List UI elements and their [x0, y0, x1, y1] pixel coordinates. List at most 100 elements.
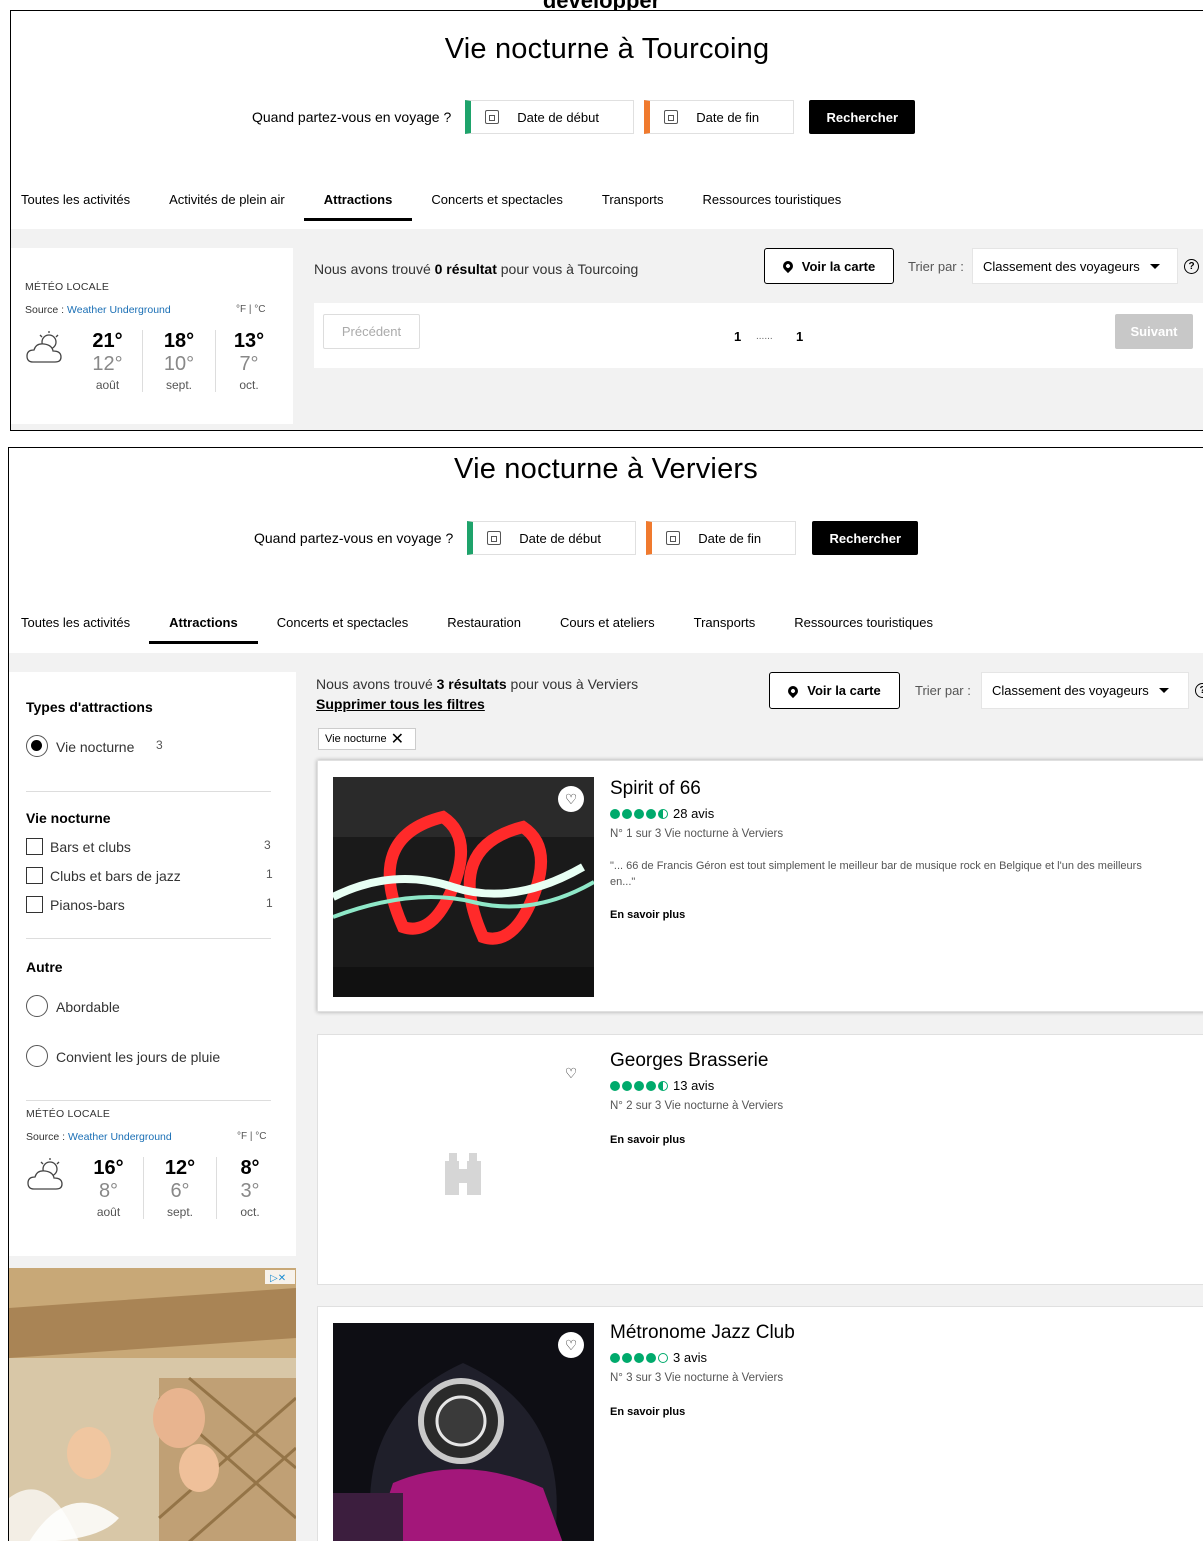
end-date-field[interactable]: Date de fin: [644, 100, 795, 134]
rainy-day-label[interactable]: Convient les jours de pluie: [56, 1049, 220, 1065]
result-photo[interactable]: [333, 1323, 594, 1541]
rating-bubble: [658, 1352, 668, 1363]
binoculars-icon: [333, 1051, 594, 1271]
results-summary-suffix: pour vous à Verviers: [506, 676, 639, 692]
tourcoing-panel: Vie nocturne à Tourcoing Quand partez-vo…: [10, 10, 1203, 431]
page-last[interactable]: 1: [796, 329, 803, 344]
start-date-field[interactable]: Date de début: [465, 100, 635, 134]
advertisement[interactable]: ▷✕: [9, 1268, 296, 1541]
tab-all-activities[interactable]: Toutes les activités: [21, 615, 130, 644]
result-card[interactable]: ♡ Spirit of 66 28 avis N° 1 sur 3 Vie no…: [317, 760, 1203, 1012]
review-count[interactable]: 28 avis: [673, 806, 714, 821]
result-title[interactable]: Spirit of 66: [610, 778, 701, 800]
rating-bubble: [646, 1352, 656, 1363]
sort-label: Trier par :: [908, 259, 964, 274]
jazz-clubs-checkbox[interactable]: [26, 867, 43, 884]
previous-button[interactable]: Précédent: [323, 314, 420, 349]
heart-icon[interactable]: ♡: [558, 1060, 584, 1086]
forecast-month: 21° 12° août: [73, 330, 143, 392]
heart-icon[interactable]: ♡: [558, 1332, 584, 1358]
weather-source-prefix: Source :: [25, 304, 68, 316]
clear-filters-link[interactable]: Supprimer tous les filtres: [316, 696, 485, 712]
weather-source-link[interactable]: Weather Underground: [67, 304, 171, 316]
review-count[interactable]: 13 avis: [673, 1078, 714, 1093]
tab-attractions[interactable]: Attractions: [303, 192, 412, 221]
next-button[interactable]: Suivant: [1115, 314, 1193, 349]
tab-all-activities[interactable]: Toutes les activités: [21, 192, 130, 221]
page-first[interactable]: 1: [734, 329, 741, 344]
unit-toggle[interactable]: °F | °C: [236, 304, 265, 315]
rating-bubbles: 3 avis: [610, 1350, 707, 1365]
end-date-label: Date de fin: [696, 109, 760, 125]
result-card[interactable]: ♡ Georges Brasserie 13 avis N° 2 sur 3 V…: [317, 1034, 1203, 1285]
start-date-field[interactable]: Date de début: [467, 521, 637, 555]
view-map-button[interactable]: Voir la carte: [764, 248, 894, 284]
result-title[interactable]: Georges Brasserie: [610, 1050, 768, 1072]
result-title[interactable]: Métronome Jazz Club: [610, 1322, 795, 1344]
low-temp: 12°: [92, 353, 123, 375]
tab-tourist-resources[interactable]: Ressources touristiques: [794, 615, 933, 644]
nightlife-radio[interactable]: [26, 735, 48, 757]
review-count[interactable]: 3 avis: [673, 1350, 707, 1365]
bars-clubs-label[interactable]: Bars et clubs: [50, 839, 131, 855]
result-rank: N° 2 sur 3 Vie nocturne à Verviers: [610, 1100, 784, 1112]
search-button[interactable]: Rechercher: [809, 100, 916, 134]
learn-more-link[interactable]: En savoir plus: [610, 1134, 685, 1146]
tab-tourist-resources[interactable]: Ressources touristiques: [703, 192, 842, 221]
learn-more-link[interactable]: En savoir plus: [610, 909, 685, 921]
rating-bubble: [622, 808, 632, 819]
weather-source-link[interactable]: Weather Underground: [68, 1131, 172, 1143]
rating-bubble: [610, 1080, 620, 1091]
view-map-label: Voir la carte: [801, 258, 876, 274]
heart-icon[interactable]: ♡: [558, 786, 584, 812]
piano-bars-label[interactable]: Pianos-bars: [50, 897, 125, 913]
view-map-button[interactable]: Voir la carte: [769, 672, 900, 709]
unit-toggle[interactable]: °F | °C: [237, 1131, 266, 1142]
divider: [26, 938, 271, 939]
result-rank: N° 3 sur 3 Vie nocturne à Verviers: [610, 1372, 784, 1384]
end-date-field[interactable]: Date de fin: [646, 521, 797, 555]
tab-attractions[interactable]: Attractions: [149, 615, 258, 644]
affordable-label[interactable]: Abordable: [56, 999, 120, 1015]
tab-restauration[interactable]: Restauration: [447, 615, 521, 644]
high-temp: 16°: [93, 1157, 124, 1179]
category-tabs: Toutes les activités Activités de plein …: [21, 192, 880, 221]
piano-bars-checkbox[interactable]: [26, 896, 43, 913]
close-icon[interactable]: ✕: [391, 729, 404, 749]
rating-bubble: [658, 808, 668, 819]
end-date-label: Date de fin: [698, 530, 762, 546]
learn-more-link[interactable]: En savoir plus: [610, 1406, 685, 1418]
rating-bubble: [634, 1352, 644, 1363]
page-title: Vie nocturne à Verviers: [454, 453, 758, 485]
high-temp: 12°: [164, 1157, 196, 1179]
result-photo[interactable]: [333, 777, 594, 997]
tab-concerts[interactable]: Concerts et spectacles: [277, 615, 409, 644]
category-tabs: Toutes les activités Attractions Concert…: [21, 615, 972, 644]
divider: [26, 1100, 271, 1101]
help-icon[interactable]: ?: [1184, 259, 1199, 274]
nightlife-option-label[interactable]: Vie nocturne: [56, 739, 134, 755]
affordable-radio[interactable]: [26, 995, 48, 1017]
jazz-club-image: [333, 1323, 594, 1541]
tab-transports[interactable]: Transports: [602, 192, 664, 221]
forecast-month: 8° 3° oct.: [217, 1157, 283, 1219]
rating-bubble: [658, 1080, 668, 1091]
sort-dropdown[interactable]: Classement des voyageurs: [981, 672, 1189, 709]
search-button[interactable]: Rechercher: [812, 521, 919, 555]
trip-question: Quand partez-vous en voyage ?: [254, 530, 454, 546]
result-card[interactable]: ♡ Métronome Jazz Club 3 avis N° 3 sur 3 …: [317, 1306, 1203, 1541]
month-name: août: [95, 378, 120, 392]
rainy-day-radio[interactable]: [26, 1045, 48, 1067]
tab-transports[interactable]: Transports: [694, 615, 756, 644]
jazz-clubs-label[interactable]: Clubs et bars de jazz: [50, 868, 181, 884]
help-icon[interactable]: ?: [1195, 683, 1203, 698]
low-temp: 8°: [98, 1180, 119, 1202]
trip-dates-row: Quand partez-vous en voyage ? Date de dé…: [254, 521, 919, 555]
result-photo-placeholder[interactable]: [333, 1051, 594, 1271]
sort-dropdown[interactable]: Classement des voyageurs: [972, 248, 1178, 284]
active-filter-chip[interactable]: Vie nocturne ✕: [318, 728, 416, 750]
tab-courses[interactable]: Cours et ateliers: [560, 615, 655, 644]
bars-clubs-checkbox[interactable]: [26, 838, 43, 855]
tab-concerts[interactable]: Concerts et spectacles: [431, 192, 563, 221]
tab-outdoor[interactable]: Activités de plein air: [169, 192, 285, 221]
